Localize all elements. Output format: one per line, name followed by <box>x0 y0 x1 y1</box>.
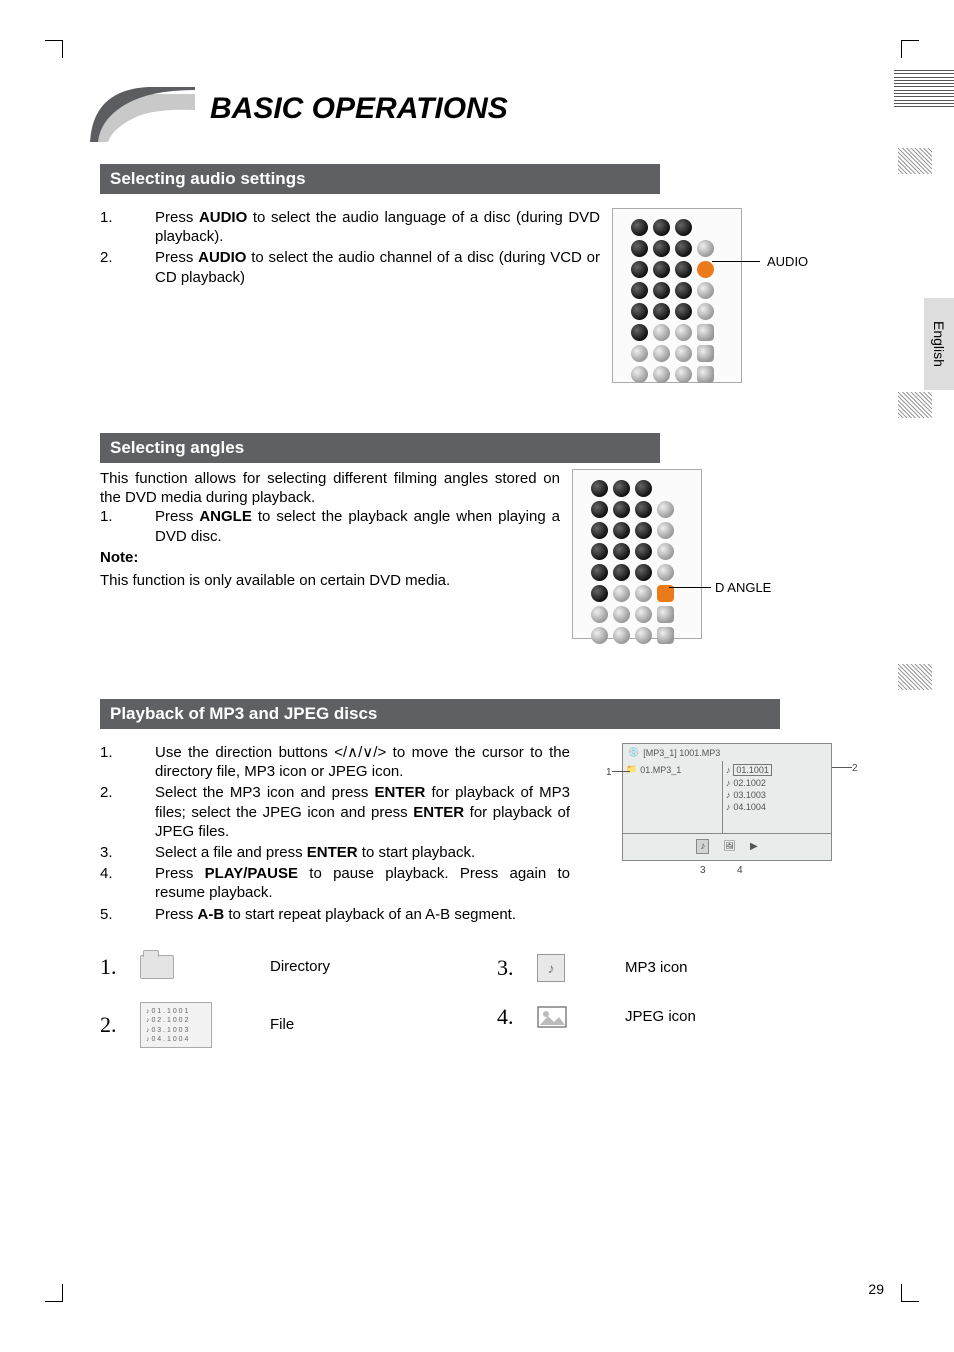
mp3-browser-illustration: 💿 [MP3_1] 1001.MP3 📁 01.MP3_1 ♪01.1001 ♪… <box>622 743 832 861</box>
crop-mark <box>901 40 919 58</box>
jpeg-icon <box>537 1004 567 1030</box>
page-title: BASIC OPERATIONS <box>210 92 508 126</box>
decorative-lines <box>894 70 954 110</box>
crop-mark <box>45 1284 63 1302</box>
pointer-3: 3 <box>700 865 706 876</box>
hatch-decoration <box>898 148 932 174</box>
list-item: 2. Select the MP3 icon and press ENTER f… <box>100 783 570 841</box>
callout-line <box>832 767 852 768</box>
mp3-icon: ♪ <box>537 954 565 982</box>
legend-num-3: 3. <box>497 955 537 981</box>
remote-illustration <box>612 208 742 383</box>
callout-label-angle: D ANGLE <box>715 580 771 595</box>
language-tab: English <box>924 298 954 390</box>
list-item: 5. Press A-B to start repeat playback of… <box>100 905 570 924</box>
instruction-list: 1. Press AUDIO to select the audio langu… <box>100 208 600 287</box>
section-intro: This function allows for selecting diffe… <box>100 469 560 507</box>
hatch-decoration <box>898 392 932 418</box>
pointer-4: 4 <box>737 865 743 876</box>
item-number: 1. <box>100 208 155 246</box>
item-number: 3. <box>100 843 155 862</box>
instruction-list: 1. Use the direction buttons </∧/∨/> to … <box>100 743 570 924</box>
callout-line <box>669 587 711 588</box>
language-label: English <box>931 321 947 367</box>
pointer-1: 1 <box>606 767 612 778</box>
list-item: 2. Press AUDIO to select the audio chann… <box>100 248 600 286</box>
footer-play-icon: ▶ <box>750 841 758 852</box>
pointer-2: 2 <box>852 763 858 774</box>
instruction-list: 1. Press ANGLE to select the playback an… <box>100 507 560 545</box>
left-pane-text: 01.MP3_1 <box>640 765 681 775</box>
mp3-file-row: 01.1001 <box>733 764 772 776</box>
note-label: Note: <box>100 548 560 567</box>
item-number: 2. <box>100 248 155 286</box>
item-number: 1. <box>100 743 155 781</box>
list-item: 4. Press PLAY/PAUSE to pause playback. P… <box>100 864 570 902</box>
legend-num-4: 4. <box>497 1004 537 1030</box>
list-item: 3. Select a file and press ENTER to star… <box>100 843 570 862</box>
footer-jpeg-icon: 🖼 <box>723 841 736 852</box>
legend: 1. Directory 2. ♪ 0 1 . 1 0 0 1 ♪ 0 2 . … <box>100 954 894 1070</box>
list-item: 1. Press AUDIO to select the audio langu… <box>100 208 600 246</box>
legend-label-mp3: MP3 icon <box>625 959 688 976</box>
callout-line <box>612 771 630 772</box>
page-title-row: BASIC OPERATIONS <box>100 90 894 150</box>
callout-line <box>712 261 760 262</box>
crop-mark <box>45 40 63 58</box>
dvd-icon: 💿 <box>628 747 639 758</box>
legend-label-directory: Directory <box>270 958 330 975</box>
list-item: 1. Press ANGLE to select the playback an… <box>100 507 560 545</box>
folder-icon: 📁 <box>626 764 637 775</box>
mp3-file-row: 02.1002 <box>733 778 766 788</box>
swoosh-icon <box>90 82 195 148</box>
folder-icon <box>140 955 174 979</box>
item-number: 4. <box>100 864 155 902</box>
list-item: 1. Use the direction buttons </∧/∨/> to … <box>100 743 570 781</box>
callout-label-audio: AUDIO <box>767 254 808 269</box>
page-number: 29 <box>868 1281 884 1297</box>
item-number: 5. <box>100 905 155 924</box>
mp3-header-text: [MP3_1] 1001.MP3 <box>643 748 720 758</box>
item-number: 2. <box>100 783 155 841</box>
remote-illustration <box>572 469 702 639</box>
legend-num-1: 1. <box>100 954 140 980</box>
item-number: 1. <box>100 507 155 545</box>
crop-mark <box>901 1284 919 1302</box>
file-list-icon: ♪ 0 1 . 1 0 0 1 ♪ 0 2 . 1 0 0 2 ♪ 0 3 . … <box>140 1002 212 1048</box>
hatch-decoration <box>898 664 932 690</box>
section-heading-mp3: Playback of MP3 and JPEG discs <box>100 699 780 729</box>
section-heading-audio: Selecting audio settings <box>100 164 660 194</box>
legend-num-2: 2. <box>100 1012 140 1038</box>
legend-label-jpeg: JPEG icon <box>625 1008 696 1025</box>
section-heading-angles: Selecting angles <box>100 433 660 463</box>
mp3-file-row: 03.1003 <box>733 790 766 800</box>
note-text: This function is only available on certa… <box>100 571 560 590</box>
mp3-file-row: 04.1004 <box>733 802 766 812</box>
footer-mp3-icon: ♪ <box>696 839 709 854</box>
legend-label-file: File <box>270 1016 294 1033</box>
